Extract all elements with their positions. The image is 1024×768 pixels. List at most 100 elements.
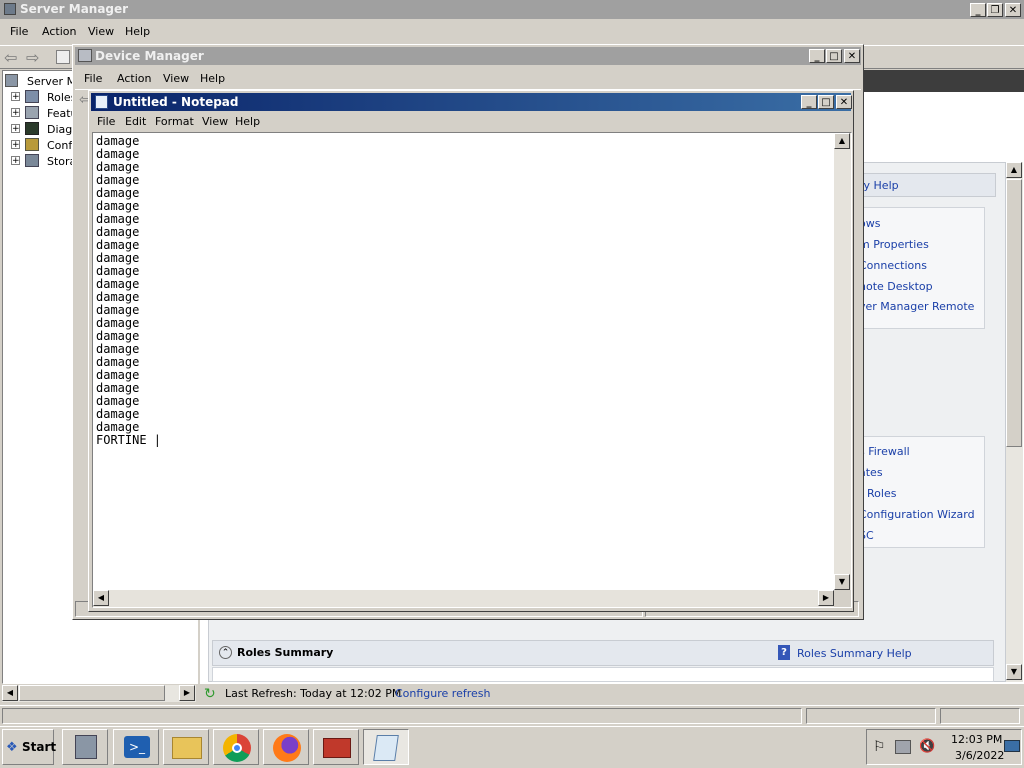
flag-icon[interactable]: ⚐ (873, 739, 886, 755)
scroll-thumb[interactable] (1006, 179, 1022, 447)
expand-icon[interactable]: + (11, 124, 20, 134)
minimize-button[interactable]: _ (970, 3, 986, 17)
device-manager-icon (78, 49, 92, 62)
scroll-thumb[interactable] (19, 685, 165, 701)
roles-summary-body (212, 667, 994, 682)
link-roles[interactable]: r Roles (859, 487, 896, 500)
refresh-icon: ↻ (204, 686, 216, 702)
menu-help[interactable]: Help (235, 115, 260, 128)
roles-icon (25, 90, 39, 103)
show-desktop-button[interactable] (1004, 740, 1020, 752)
roles-summary-header: ⌃ Roles Summary ? Roles Summary Help (212, 640, 994, 666)
tree-horizontal-scrollbar[interactable]: ◀ ▶ (2, 685, 196, 702)
restore-button[interactable]: ❐ (987, 3, 1003, 17)
device-manager-title: Device Manager (95, 49, 204, 63)
configuration-icon (25, 138, 39, 151)
link-network-connections[interactable]: Connections (859, 259, 927, 272)
notepad-titlebar: Untitled - Notepad _ □ ✕ (91, 93, 852, 111)
taskbar-server-manager[interactable] (62, 729, 108, 765)
notepad-icon (95, 95, 108, 109)
menu-view[interactable]: View (163, 72, 189, 85)
notepad-vertical-scrollbar[interactable]: ▲ ▼ (834, 133, 851, 590)
clock-time: 12:03 PM (951, 733, 1003, 746)
menu-action[interactable]: Action (42, 25, 76, 38)
expand-icon[interactable]: + (11, 108, 20, 118)
scroll-down-button[interactable]: ▼ (1006, 664, 1022, 680)
size-grip[interactable] (834, 590, 851, 607)
taskbar-toolbox[interactable] (313, 729, 359, 765)
device-manager-titlebar: Device Manager _ □ ✕ (75, 47, 861, 65)
menu-help[interactable]: Help (125, 25, 150, 38)
menu-view[interactable]: View (202, 115, 228, 128)
notepad-horizontal-scrollbar[interactable]: ◀ ▶ (93, 590, 834, 607)
server-manager-status-bar (0, 705, 1024, 725)
minimize-button[interactable]: _ (801, 95, 817, 109)
notepad-text-content: damage damage damage damage damage damag… (96, 134, 162, 447)
network-icon[interactable] (895, 740, 911, 754)
back-arrow-icon[interactable]: ⇦ (4, 48, 17, 67)
menu-file[interactable]: File (97, 115, 115, 128)
close-button[interactable]: ✕ (844, 49, 860, 63)
expand-icon[interactable]: + (11, 92, 20, 102)
menu-action[interactable]: Action (117, 72, 151, 85)
notepad-icon (373, 735, 399, 761)
powershell-icon: >_ (124, 736, 150, 758)
help-icon[interactable]: ? (778, 645, 790, 660)
taskbar-notepad[interactable] (363, 729, 409, 765)
features-icon (25, 106, 39, 119)
link-server-manager-remote[interactable]: ver Manager Remote (859, 300, 974, 313)
menu-file[interactable]: File (84, 72, 102, 85)
last-refresh-text: Last Refresh: Today at 12:02 PM (225, 687, 402, 700)
forward-arrow-icon[interactable]: ⇨ (26, 48, 39, 67)
collapse-chevron-icon[interactable]: ⌃ (219, 646, 232, 659)
volume-muted-icon[interactable]: 🔇 (919, 739, 935, 754)
expand-icon[interactable]: + (11, 140, 20, 150)
scroll-right-button[interactable]: ▶ (818, 590, 834, 606)
help-link[interactable]: ry Help (859, 179, 899, 192)
content-vertical-scrollbar[interactable]: ▲ ▼ (1006, 162, 1023, 682)
server-manager-titlebar: Server Manager _ ❐ ✕ (0, 0, 1024, 19)
firefox-icon (273, 734, 301, 762)
scroll-right-button[interactable]: ▶ (179, 685, 195, 701)
start-button[interactable]: ❖ Start (2, 729, 56, 765)
scroll-up-button[interactable]: ▲ (1006, 162, 1022, 178)
link-configuration-wizard[interactable]: Configuration Wizard (859, 508, 975, 521)
server-manager-icon (4, 3, 16, 15)
taskbar-firefox[interactable] (263, 729, 309, 765)
roles-summary-title: Roles Summary (237, 646, 334, 659)
notepad-edit-area[interactable]: damage damage damage damage damage damag… (92, 132, 852, 608)
server-manager-icon (75, 735, 97, 759)
configure-refresh-link[interactable]: Configure refresh (395, 687, 490, 700)
server-manager-menubar: File Action View Help (0, 20, 1024, 44)
notepad-menubar: File Edit Format View Help (91, 112, 851, 132)
close-button[interactable]: ✕ (836, 95, 852, 109)
maximize-button[interactable]: □ (818, 95, 834, 109)
scroll-left-button[interactable]: ◀ (2, 685, 18, 701)
close-button[interactable]: ✕ (1005, 3, 1021, 17)
menu-edit[interactable]: Edit (125, 115, 146, 128)
link-windows-firewall[interactable]: s Firewall (859, 445, 910, 458)
device-manager-menubar: File Action View Help (75, 67, 861, 89)
menu-format[interactable]: Format (155, 115, 194, 128)
taskbar-chrome[interactable] (213, 729, 259, 765)
roles-summary-help-link[interactable]: Roles Summary Help (797, 647, 912, 660)
taskbar-powershell[interactable]: >_ (113, 729, 159, 765)
scroll-up-button[interactable]: ▲ (834, 133, 850, 149)
menu-view[interactable]: View (88, 25, 114, 38)
menu-help[interactable]: Help (200, 72, 225, 85)
minimize-button[interactable]: _ (809, 49, 825, 63)
taskbar-file-explorer[interactable] (163, 729, 209, 765)
show-tree-icon[interactable] (56, 50, 70, 64)
maximize-button[interactable]: □ (826, 49, 842, 63)
security-info-links-box: s Firewall ates r Roles Configuration Wi… (850, 436, 985, 548)
link-remote-desktop[interactable]: note Desktop (859, 280, 933, 293)
scroll-down-button[interactable]: ▼ (834, 574, 850, 590)
computer-info-links-box: ows m Properties Connections note Deskto… (850, 207, 985, 329)
server-manager-title: Server Manager (20, 2, 129, 16)
menu-file[interactable]: File (10, 25, 28, 38)
scroll-left-button[interactable]: ◀ (93, 590, 109, 606)
expand-icon[interactable]: + (11, 156, 20, 166)
clock-date: 3/6/2022 (955, 749, 1005, 762)
link-system-properties[interactable]: m Properties (859, 238, 929, 251)
system-tray: ⚐ 🔇 12:03 PM 3/6/2022 (866, 729, 1022, 765)
